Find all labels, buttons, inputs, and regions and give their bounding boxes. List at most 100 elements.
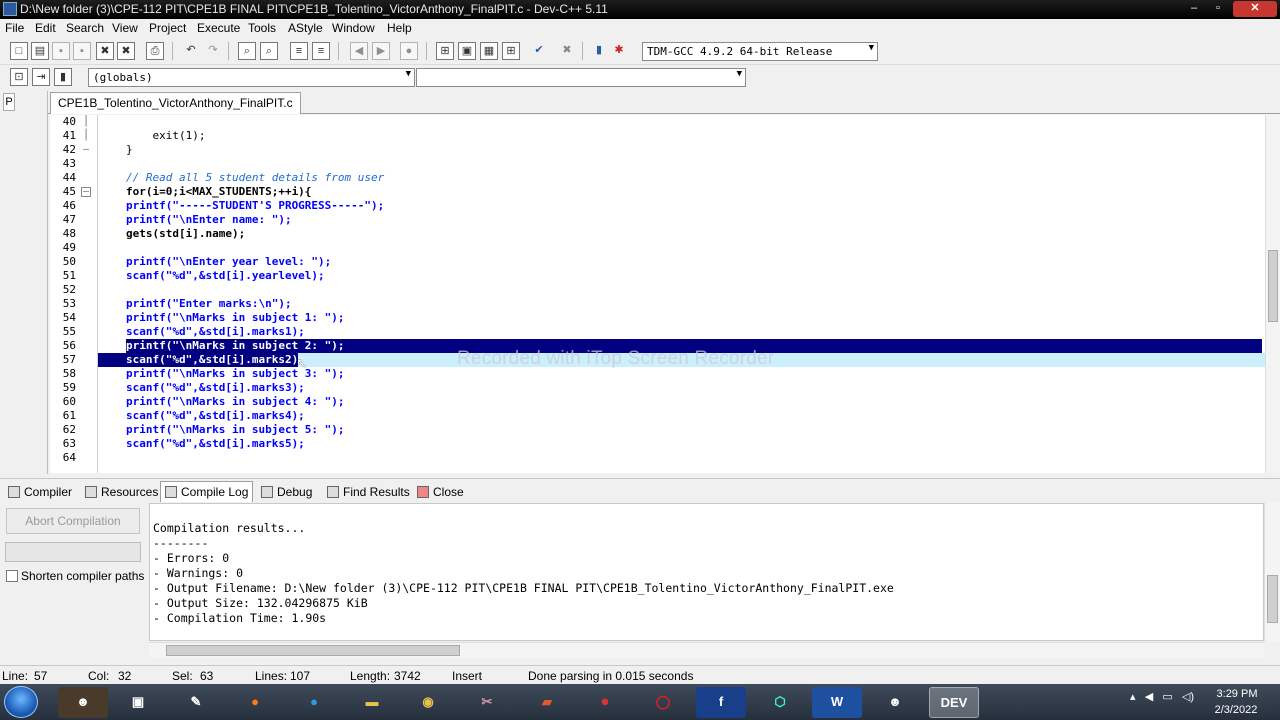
clock-time[interactable]: 3:29 PM [1212, 688, 1262, 700]
forward-icon[interactable]: ▶ [372, 42, 390, 60]
menu-search[interactable]: Search [66, 21, 104, 35]
menu-window[interactable]: Window [332, 21, 375, 35]
menu-tools[interactable]: Tools [248, 21, 276, 35]
goto-icon[interactable]: ⇥ [32, 68, 50, 86]
taskbar-chrome-icon[interactable]: ◉ [403, 687, 453, 718]
taskbar-facebook-icon[interactable]: f [696, 687, 746, 718]
taskbar-firefox-icon[interactable]: ● [230, 687, 280, 718]
save-icon[interactable]: ▪ [52, 42, 70, 60]
taskbar-opera-icon[interactable]: ◯ [638, 687, 688, 718]
taskbar-computer-icon[interactable]: ▣ [113, 687, 163, 718]
menu-view[interactable]: View [112, 21, 138, 35]
code-text: scanf("%d",&std[i].marks2); [126, 353, 305, 366]
indent-icon[interactable]: ≡ [290, 42, 308, 60]
close-all-icon[interactable]: ✖ [117, 42, 135, 60]
function-select[interactable]: ▼ [416, 68, 746, 87]
main-toolbar: □ ▤ ▪ ▪ ✖ ✖ ⎙ ↶ ↷ ⌕ ⌕ ≡ ≡ ◀ ▶ ● ⊞ ▣ ▦ ⊞ … [0, 38, 1280, 65]
bookmark-list-icon[interactable]: ▮ [54, 68, 72, 86]
undo-icon[interactable]: ↶ [182, 42, 200, 60]
menu-project[interactable]: Project [149, 21, 186, 35]
taskbar-nox-icon[interactable]: ⬡ [755, 687, 805, 718]
tab-debug[interactable]: Debug [256, 481, 317, 502]
save-all-icon[interactable]: ▪ [73, 42, 91, 60]
log-horizontal-scrollbar[interactable] [149, 642, 1264, 658]
taskbar-powerpoint-icon[interactable]: ▰ [522, 687, 572, 718]
code-editor[interactable]: 40 │ 41 │ exit(1); 42–} 43 44// Read all 5… [50, 115, 1265, 473]
compile-log-icon [165, 486, 177, 498]
tab-compile-log[interactable]: Compile Log [160, 481, 254, 502]
open-file-icon[interactable]: ▤ [31, 42, 49, 60]
code-comment: // Read all 5 student details from user [126, 171, 385, 184]
project-panel-tab[interactable]: P [3, 93, 15, 111]
compiler-select[interactable]: TDM-GCC 4.9.2 64-bit Release ▼ [642, 42, 878, 61]
minimize-button[interactable]: – [1183, 1, 1205, 17]
line-number: 40 [62, 115, 76, 128]
taskbar-recorder-icon[interactable]: ⏺ [580, 687, 630, 718]
taskbar-folder-icon[interactable]: ▬ [347, 687, 397, 718]
debug-bug-icon[interactable]: ✱ [610, 42, 628, 60]
bookmark-icon[interactable]: ● [400, 42, 418, 60]
line-number: 60 [62, 395, 76, 408]
open-project-icon[interactable]: ▣ [458, 42, 476, 60]
code-line: 44 // Read all 5 student details from use… [50, 171, 1265, 185]
taskbar-edge-icon[interactable]: ● [289, 687, 339, 718]
menu-astyle[interactable]: AStyle [288, 21, 323, 35]
chevron-down-icon: ▼ [868, 43, 874, 53]
taskbar-devcpp-icon[interactable]: DEV [929, 687, 979, 718]
taskbar-snipping-icon[interactable]: ✂ [462, 687, 512, 718]
line-number: 43 [62, 157, 76, 170]
code-text: scanf("%d",&std[i].marks1); [126, 325, 305, 338]
check-syntax-icon[interactable]: ✔ [530, 42, 548, 60]
status-message: Done parsing in 0.015 seconds [528, 669, 694, 683]
print-icon[interactable]: ⎙ [146, 42, 164, 60]
close-window-button[interactable]: ✕ [1233, 1, 1277, 17]
unindent-icon[interactable]: ≡ [312, 42, 330, 60]
code-line: 62 printf("\nMarks in subject 5: "); [50, 423, 1265, 437]
status-line: 57 [34, 669, 48, 683]
start-button[interactable] [4, 686, 38, 718]
taskbar-word-icon[interactable]: W [812, 687, 862, 718]
find-icon[interactable]: ⌕ [238, 42, 256, 60]
menu-file[interactable]: File [5, 21, 24, 35]
log-vertical-scrollbar[interactable] [1264, 503, 1280, 641]
code-text: printf("\nMarks in subject 1: "); [126, 311, 345, 324]
insert-icon[interactable]: ⊡ [10, 68, 28, 86]
taskbar-app2-icon[interactable]: ☻ [870, 687, 920, 718]
code-text: } [126, 143, 133, 156]
menu-execute[interactable]: Execute [197, 21, 240, 35]
shorten-paths-checkbox[interactable] [6, 570, 18, 582]
scrollbar-thumb[interactable] [1268, 250, 1278, 322]
taskbar-paint-icon[interactable]: ✎ [171, 687, 221, 718]
scrollbar-thumb[interactable] [1267, 575, 1278, 623]
editor-file-tab[interactable]: CPE1B_Tolentino_VictorAnthony_FinalPIT.c [50, 92, 301, 114]
tab-close[interactable]: Close [412, 481, 469, 502]
code-text: printf("\nMarks in subject 2: "); [126, 339, 345, 352]
tab-resources[interactable]: Resources [80, 481, 163, 502]
redo-icon[interactable]: ↷ [204, 42, 222, 60]
compile-log-output[interactable]: Compilation results... -------- - Errors… [149, 503, 1264, 641]
project-options-icon[interactable]: ▦ [480, 42, 498, 60]
new-project-icon[interactable]: ⊞ [436, 42, 454, 60]
scrollbar-thumb[interactable] [166, 645, 460, 656]
profile-chart-icon[interactable]: ▮ [590, 42, 608, 60]
editor-vertical-scrollbar[interactable] [1265, 115, 1280, 473]
toolbar-separator [172, 42, 173, 60]
class-browser-icon[interactable]: ⊞ [502, 42, 520, 60]
clock-date[interactable]: 2/3/2022 [1208, 704, 1264, 716]
replace-icon[interactable]: ⌕ [260, 42, 278, 60]
maximize-button[interactable]: ▫ [1207, 1, 1229, 17]
abort-compilation-button[interactable]: Abort Compilation [6, 508, 140, 534]
stop-icon[interactable]: ✖ [558, 42, 576, 60]
new-file-icon[interactable]: □ [10, 42, 28, 60]
scope-select[interactable]: (globals) ▼ [88, 68, 415, 87]
taskbar-app-icon[interactable]: ☻ [58, 687, 108, 718]
fold-collapse-icon[interactable]: – [81, 187, 91, 197]
back-icon[interactable]: ◀ [350, 42, 368, 60]
code-text: for(i=0;i<MAX_STUDENTS;++i){ [126, 185, 312, 198]
close-file-icon[interactable]: ✖ [96, 42, 114, 60]
menu-help[interactable]: Help [387, 21, 412, 35]
system-tray-icons[interactable]: ▴ ◀ ▭ ◁) [1130, 690, 1194, 703]
tab-find-results[interactable]: Find Results [322, 481, 415, 502]
menu-edit[interactable]: Edit [35, 21, 56, 35]
tab-compiler[interactable]: Compiler [3, 481, 77, 502]
